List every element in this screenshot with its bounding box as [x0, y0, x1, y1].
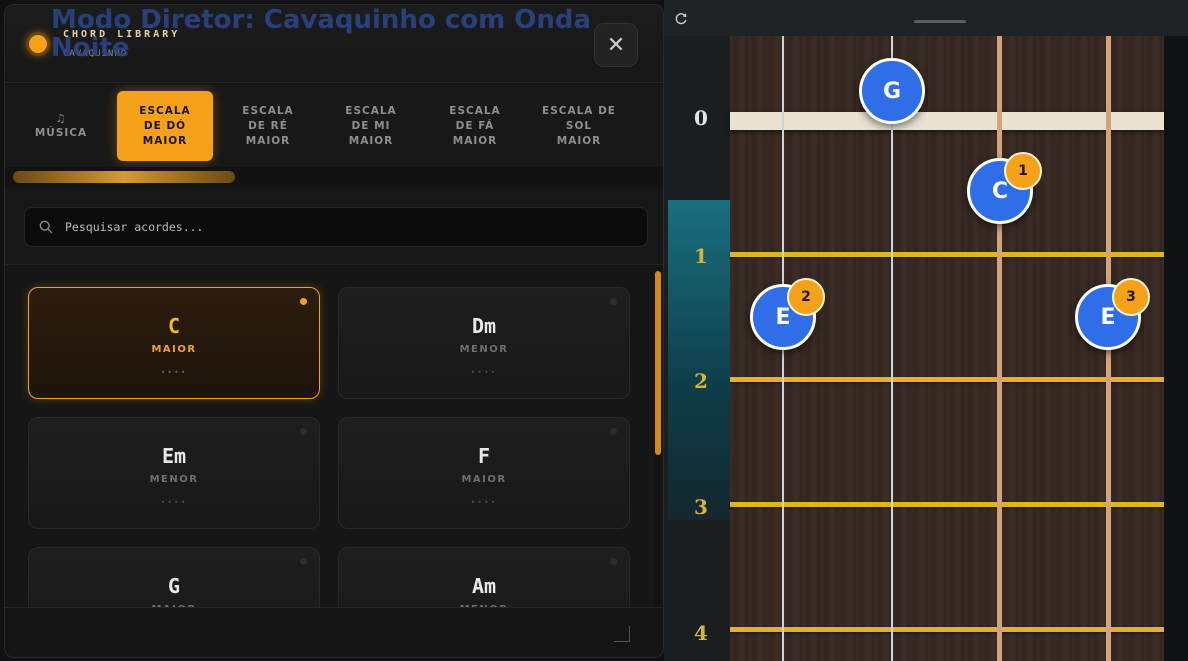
chord-dots: •••• — [160, 498, 188, 507]
app-root: CHORD LIBRARY CAVAQUINHO Modo Diretor: C… — [0, 0, 1188, 661]
chord-dots: •••• — [470, 368, 498, 377]
tabs-scrollbar[interactable] — [5, 167, 663, 187]
tab-label: ESCALA DE SOL MAIOR — [542, 104, 616, 147]
tab-label: ESCALA DE MI MAIOR — [345, 104, 397, 147]
chord-card-em[interactable]: Em MENOR •••• — [28, 417, 320, 529]
fret-number: 1 — [694, 244, 708, 268]
marker-icon — [610, 428, 617, 435]
close-button[interactable]: ✕ — [594, 23, 638, 67]
chord-type: MAIOR — [151, 344, 197, 355]
tabs-scrollbar-thumb[interactable] — [13, 171, 235, 183]
overlay-title: Modo Diretor: Cavaquinho com Onda Noite — [51, 5, 592, 63]
refresh-icon[interactable] — [674, 12, 688, 26]
chord-card-dm[interactable]: Dm MENOR •••• — [338, 287, 630, 399]
tab-escala-do-maior[interactable]: ESCALA DE DÓ MAIOR — [117, 91, 213, 161]
chord-type: MENOR — [149, 474, 199, 485]
resize-grip-icon[interactable] — [614, 626, 630, 642]
tab-label: ESCALA DE FÁ MAIOR — [449, 104, 501, 147]
panel-header: CHORD LIBRARY CAVAQUINHO Modo Diretor: C… — [5, 5, 663, 83]
chord-name: Am — [471, 574, 497, 598]
chord-grid-scrollbar-thumb[interactable] — [655, 271, 661, 455]
chord-dots: •••• — [470, 498, 498, 507]
selected-marker-icon — [300, 298, 307, 305]
tab-label: MÚSICA — [34, 127, 88, 139]
chord-type: MAIOR — [461, 474, 507, 485]
fret-wire — [730, 252, 1164, 257]
fret-number: 2 — [694, 369, 708, 393]
fretboard-nut — [730, 112, 1164, 130]
chord-type: MENOR — [459, 344, 509, 355]
finger-badge: 1 — [1004, 152, 1042, 190]
tab-escala-sol-maior[interactable]: ESCALA DE SOL MAIOR — [531, 91, 627, 161]
search-box — [24, 207, 648, 247]
search-section — [5, 189, 663, 265]
marker-icon — [300, 558, 307, 565]
fretboard-panel: 0 1 2 3 4 G C 1 E 2 E 3 — [664, 0, 1188, 661]
chord-grid: C MAIOR •••• Dm MENOR •••• Em MENOR ••••… — [5, 267, 653, 607]
tab-musica[interactable]: ♫ MÚSICA — [13, 91, 109, 161]
fret-wire — [730, 627, 1164, 632]
finger-badge: 2 — [787, 278, 825, 316]
scale-tabs: ♫ MÚSICA ESCALA DE DÓ MAIOR ESCALA DE RÉ… — [5, 85, 663, 169]
search-icon — [39, 220, 53, 234]
chord-grid-scrollbar[interactable] — [655, 267, 661, 607]
marker-icon — [610, 298, 617, 305]
tab-escala-mi-maior[interactable]: ESCALA DE MI MAIOR — [323, 91, 419, 161]
fretboard-topbar — [664, 0, 1188, 36]
chord-name: Em — [161, 444, 187, 468]
tab-escala-fa-maior[interactable]: ESCALA DE FÁ MAIOR — [427, 91, 523, 161]
drag-handle[interactable] — [914, 20, 966, 23]
fretboard-edge — [1164, 36, 1188, 661]
chord-name: G — [167, 574, 181, 598]
chord-dots: •••• — [160, 368, 188, 377]
finger-badge: 3 — [1112, 278, 1150, 316]
fret-number: 3 — [694, 495, 708, 519]
logo-dot-icon — [29, 35, 47, 53]
marker-icon — [610, 558, 617, 565]
music-note-icon: ♫ — [55, 112, 67, 125]
marker-icon — [300, 428, 307, 435]
chord-card-f[interactable]: F MAIOR •••• — [338, 417, 630, 529]
panel-footer — [5, 607, 663, 657]
chord-name: F — [477, 444, 491, 468]
fret-number: 4 — [694, 621, 708, 645]
tab-label: ESCALA DE RÉ MAIOR — [242, 104, 294, 147]
string-3 — [997, 36, 1002, 661]
fret-wire — [730, 377, 1164, 382]
tab-escala-re-maior[interactable]: ESCALA DE RÉ MAIOR — [220, 91, 316, 161]
note-marker-g[interactable]: G — [859, 58, 925, 124]
tab-label: ESCALA DE DÓ MAIOR — [139, 104, 191, 147]
string-2 — [891, 36, 893, 661]
chord-card-am[interactable]: Am MENOR •••• — [338, 547, 630, 607]
fret-number: 0 — [694, 106, 708, 130]
chord-library-panel: CHORD LIBRARY CAVAQUINHO Modo Diretor: C… — [4, 4, 664, 658]
search-input[interactable] — [65, 208, 635, 246]
chord-name: C — [167, 314, 181, 338]
chord-name: Dm — [471, 314, 497, 338]
chord-card-g[interactable]: G MAIOR •••• — [28, 547, 320, 607]
fret-wire — [730, 502, 1164, 507]
chord-card-c[interactable]: C MAIOR •••• — [28, 287, 320, 399]
